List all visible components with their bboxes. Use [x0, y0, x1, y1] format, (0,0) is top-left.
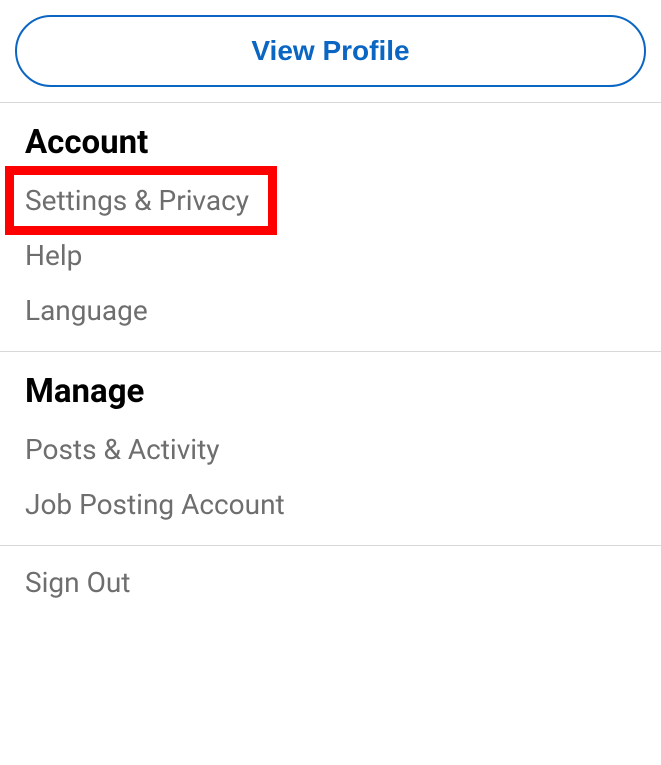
job-posting-label: Job Posting Account — [25, 488, 285, 521]
account-section: Account Settings & Privacy Help Language — [0, 103, 661, 351]
posts-activity-item[interactable]: Posts & Activity — [25, 433, 636, 466]
signout-section: Sign Out — [0, 546, 661, 619]
view-profile-button[interactable]: View Profile — [15, 15, 646, 87]
sign-out-item[interactable]: Sign Out — [25, 566, 636, 599]
menu-container: View Profile Account Settings & Privacy … — [0, 15, 661, 619]
sign-out-label: Sign Out — [25, 566, 130, 599]
posts-activity-label: Posts & Activity — [25, 433, 220, 466]
settings-privacy-item[interactable]: Settings & Privacy — [25, 184, 636, 217]
settings-privacy-label: Settings & Privacy — [25, 184, 249, 217]
language-label: Language — [25, 294, 148, 327]
language-item[interactable]: Language — [25, 294, 636, 327]
manage-section-title: Manage — [25, 372, 636, 411]
help-item[interactable]: Help — [25, 239, 636, 272]
job-posting-item[interactable]: Job Posting Account — [25, 488, 636, 521]
manage-section: Manage Posts & Activity Job Posting Acco… — [0, 352, 661, 545]
account-section-title: Account — [25, 123, 636, 162]
help-label: Help — [25, 239, 82, 272]
